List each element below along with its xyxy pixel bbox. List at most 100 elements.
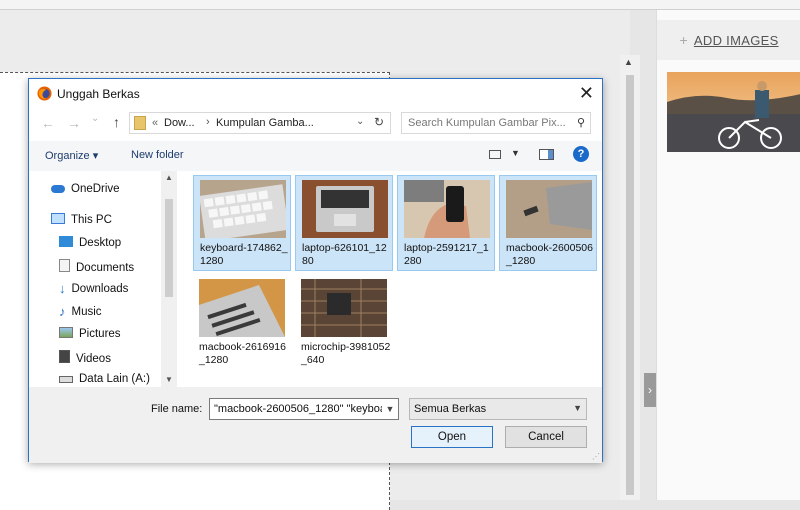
file-item-macbook-2616916[interactable]: macbook-2616916_1280: [193, 275, 291, 371]
file-item-laptop-2591217[interactable]: laptop-2591217_1280: [397, 175, 495, 271]
pictures-icon: [59, 327, 73, 338]
file-upload-dialog: Unggah Berkas ✕ ← → ⌄ ↑ « Dow... › Kumpu…: [28, 78, 603, 463]
file-name-value: "macbook-2600506_1280" "keyboa: [214, 403, 386, 415]
sidebar-item-music[interactable]: ♪ Music: [59, 304, 102, 322]
sidebar-item-documents[interactable]: Documents: [59, 259, 134, 277]
close-icon[interactable]: ✕: [579, 83, 594, 103]
file-name-input[interactable]: "macbook-2600506_1280" "keyboa ▼: [209, 398, 399, 420]
thumbnail-keyboard: [200, 180, 286, 238]
download-arrow-icon: ↓: [59, 281, 66, 296]
refresh-icon[interactable]: ↻: [374, 115, 384, 129]
scroll-thumb[interactable]: [626, 75, 634, 495]
sidebar-item-label: Downloads: [71, 283, 129, 295]
sidebar-item-label: This PC: [71, 214, 112, 226]
firefox-icon: [37, 86, 52, 101]
path-overflow-icon[interactable]: «: [152, 117, 158, 129]
sidebar-item-label: Desktop: [79, 237, 122, 249]
preview-pane-icon[interactable]: [539, 149, 554, 160]
organize-menu-button[interactable]: Organize ▾: [45, 149, 98, 162]
chevron-down-icon: ▼: [573, 403, 582, 413]
thumbnail-microchip: [301, 279, 387, 337]
panel-toggle-button[interactable]: ›: [644, 373, 656, 407]
file-name: laptop-626101_1280: [302, 242, 387, 267]
sidebar-item-label: Data Lain (A:): [79, 373, 150, 385]
file-name: keyboard-174862_1280: [200, 242, 288, 267]
sidebar-item-downloads[interactable]: ↓ Downloads: [59, 281, 128, 299]
cancel-button[interactable]: Cancel: [505, 426, 587, 448]
forward-arrow-icon[interactable]: →: [67, 115, 81, 131]
resize-grip-icon[interactable]: ⋰: [592, 452, 600, 461]
file-name: laptop-2591217_1280: [404, 242, 489, 267]
desktop-icon: [59, 236, 73, 247]
sidebar-item-videos[interactable]: Videos: [59, 350, 111, 368]
file-item-macbook-2600506[interactable]: macbook-2600506_1280: [499, 175, 597, 271]
dialog-title: Unggah Berkas: [57, 87, 140, 101]
editor-scrollbar[interactable]: ▲: [620, 55, 640, 500]
drive-icon: [59, 376, 73, 383]
search-input[interactable]: Search Kumpulan Gambar Pix... ⚲: [401, 112, 591, 134]
search-placeholder: Search Kumpulan Gambar Pix...: [408, 117, 566, 129]
back-arrow-icon[interactable]: ←: [41, 115, 55, 131]
thumbnail-macbook: [506, 180, 592, 238]
view-options-icon[interactable]: [489, 150, 501, 159]
documents-icon: [59, 259, 70, 272]
dialog-titlebar[interactable]: Unggah Berkas ✕: [29, 79, 602, 109]
thumbnail-macbook-open: [199, 279, 285, 337]
command-toolbar: Organize ▾ New folder ▼ ?: [29, 141, 602, 171]
file-name: macbook-2600506_1280: [506, 242, 593, 267]
plus-icon: +: [679, 32, 688, 48]
sidebar-item-label: OneDrive: [71, 183, 120, 195]
cloud-icon: [51, 185, 65, 193]
scroll-up-icon[interactable]: ▲: [165, 173, 173, 182]
sidebar-item-pictures[interactable]: Pictures: [59, 327, 121, 345]
scroll-down-icon[interactable]: ▼: [165, 375, 173, 384]
scroll-thumb[interactable]: [165, 199, 173, 297]
dialog-footer: File name: "macbook-2600506_1280" "keybo…: [29, 387, 602, 463]
file-list: keyboard-174862_1280 laptop-626101_1280 …: [189, 171, 599, 387]
recent-locations-icon[interactable]: ⌄: [91, 113, 99, 124]
file-item-microchip[interactable]: microchip-3981052_640: [295, 275, 393, 371]
breadcrumb-downloads[interactable]: Dow...: [164, 117, 195, 129]
right-panel: + ADD IMAGES: [656, 10, 800, 500]
music-note-icon: ♪: [59, 304, 66, 319]
help-icon[interactable]: ?: [573, 146, 589, 162]
breadcrumb-separator-icon: ›: [206, 116, 210, 128]
new-folder-button[interactable]: New folder: [131, 149, 184, 161]
thumbnail-phone: [404, 180, 490, 238]
navigation-scrollbar[interactable]: ▲ ▼: [161, 171, 177, 387]
image-thumbnail-bicycle[interactable]: [667, 72, 800, 152]
computer-icon: [51, 213, 65, 224]
sidebar-item-onedrive[interactable]: OneDrive: [51, 183, 120, 201]
chevron-down-icon[interactable]: ▼: [382, 399, 398, 419]
breadcrumb-current-folder[interactable]: Kumpulan Gamba...: [216, 117, 314, 129]
address-bar[interactable]: « Dow... › Kumpulan Gamba... ⌄ ↻: [129, 112, 391, 134]
sidebar-item-label: Videos: [76, 353, 111, 365]
chevron-right-icon: ›: [648, 383, 652, 397]
file-type-select[interactable]: Semua Berkas ▼: [409, 398, 587, 420]
sidebar-item-label: Music: [71, 306, 102, 318]
scroll-up-icon[interactable]: ▲: [624, 57, 633, 67]
open-button[interactable]: Open: [411, 426, 493, 448]
sidebar-item-label: Documents: [76, 262, 135, 274]
navigation-bar: ← → ⌄ ↑ « Dow... › Kumpulan Gamba... ⌄ ↻…: [29, 109, 602, 141]
videos-icon: [59, 350, 70, 363]
add-images-label: ADD IMAGES: [693, 33, 779, 48]
search-icon: ⚲: [576, 117, 585, 129]
sidebar-item-this-pc[interactable]: This PC: [51, 213, 112, 231]
file-name: macbook-2616916_1280: [199, 341, 286, 366]
up-arrow-icon[interactable]: ↑: [113, 114, 120, 130]
top-toolbar-strip: [0, 0, 800, 10]
file-item-keyboard[interactable]: keyboard-174862_1280: [193, 175, 291, 271]
sidebar-item-label: Pictures: [79, 328, 121, 340]
sidebar-item-desktop[interactable]: Desktop: [59, 236, 121, 254]
chevron-down-icon[interactable]: ⌄: [356, 116, 364, 127]
file-item-laptop-626101[interactable]: laptop-626101_1280: [295, 175, 393, 271]
file-type-value: Semua Berkas: [414, 403, 487, 415]
file-name: microchip-3981052_640: [301, 341, 391, 366]
add-images-button[interactable]: + ADD IMAGES: [657, 20, 800, 60]
chevron-down-icon[interactable]: ▼: [511, 148, 520, 158]
navigation-pane: OneDrive This PC Desktop Documents ↓ Down…: [29, 171, 177, 387]
folder-icon: [134, 116, 146, 130]
thumbnail-laptop: [302, 180, 388, 238]
file-name-label: File name:: [151, 403, 203, 415]
